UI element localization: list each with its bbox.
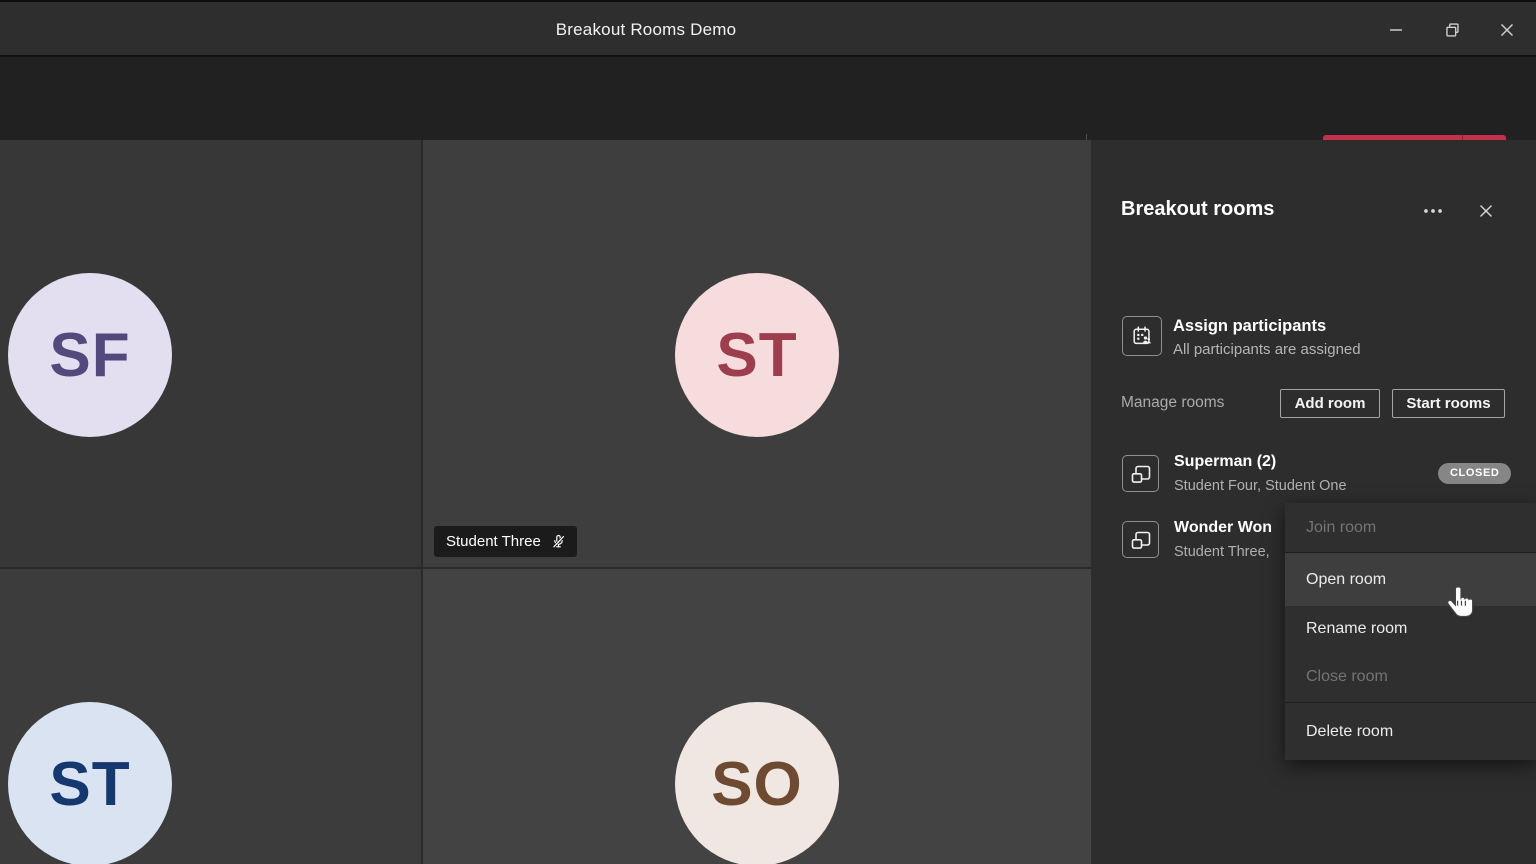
menu-item-delete-room[interactable]: Delete room (1285, 703, 1536, 760)
avatar: SO (675, 702, 839, 864)
avatar-initials: ST (49, 749, 130, 820)
avatar-initials: ST (716, 320, 797, 391)
panel-more-button[interactable] (1415, 196, 1451, 226)
add-room-button[interactable]: Add room (1280, 389, 1380, 418)
panel-close-button[interactable] (1468, 196, 1504, 226)
panel-title: Breakout rooms (1121, 198, 1274, 221)
room-members: Student Four, Student One (1174, 478, 1347, 494)
menu-item-join-room: Join room (1285, 503, 1536, 552)
assign-subtitle: All participants are assigned (1173, 341, 1361, 358)
restore-button[interactable] (1429, 10, 1475, 50)
mic-muted-icon (550, 533, 567, 550)
manage-rooms-label: Manage rooms (1121, 394, 1224, 412)
avatar-initials: SF (49, 320, 130, 391)
avatar: ST (8, 702, 172, 864)
room-name[interactable]: Superman (2) (1174, 453, 1276, 471)
assign-participants-icon (1129, 323, 1155, 349)
cursor-pointer (1446, 585, 1476, 624)
start-rooms-button[interactable]: Start rooms (1392, 389, 1505, 418)
close-window-button[interactable] (1484, 10, 1530, 50)
minimize-icon (1385, 19, 1407, 41)
room-icon (1122, 521, 1159, 558)
room-context-menu: Join room Open room Rename room Close ro… (1285, 503, 1536, 760)
assign-participants-button[interactable] (1122, 316, 1162, 356)
teams-window: Breakout Rooms Demo (0, 0, 1536, 864)
closed-badge: CLOSED (1438, 463, 1511, 484)
breakout-room-icon (1129, 462, 1153, 486)
name-tag-label: Student Three (446, 533, 541, 550)
avatar: SF (8, 273, 172, 437)
restore-icon (1441, 19, 1463, 41)
breakout-room-icon (1129, 528, 1153, 552)
window-title: Breakout Rooms Demo (556, 20, 736, 40)
titlebar: Breakout Rooms Demo (0, 0, 1536, 57)
minimize-button[interactable] (1373, 10, 1419, 50)
room-members: Student Three, (1174, 544, 1270, 560)
close-icon (1496, 19, 1518, 41)
room-icon (1122, 455, 1159, 492)
room-name[interactable]: Wonder Won (1174, 519, 1272, 537)
menu-item-rename-room[interactable]: Rename room (1285, 606, 1536, 652)
avatar: ST (675, 273, 839, 437)
ellipsis-icon (1420, 198, 1446, 224)
meeting-toolbar: Leave (0, 57, 1536, 140)
participant-name-tag: Student Three (434, 526, 577, 557)
close-icon (1475, 200, 1497, 222)
assign-title: Assign participants (1173, 317, 1326, 336)
avatar-initials: SO (711, 749, 803, 820)
menu-item-open-room[interactable]: Open room (1285, 553, 1536, 606)
menu-item-close-room: Close room (1285, 652, 1536, 702)
